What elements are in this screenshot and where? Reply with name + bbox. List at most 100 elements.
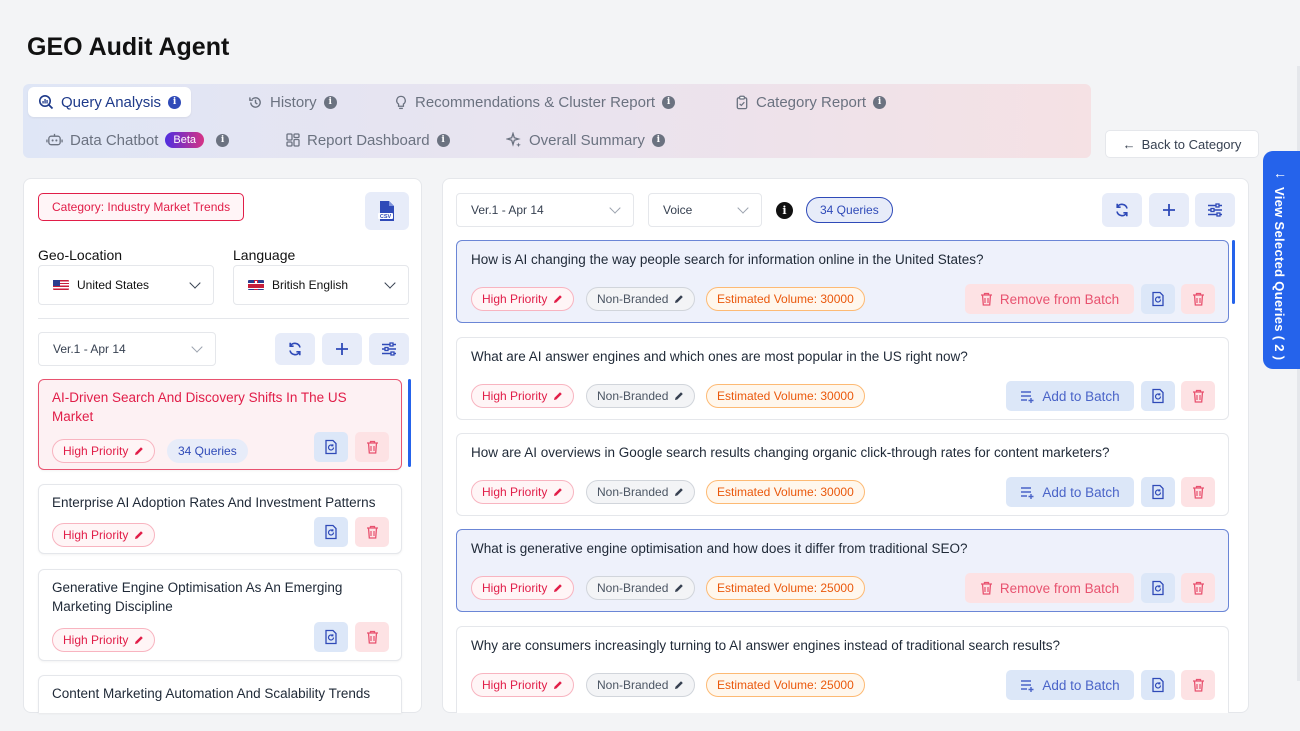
priority-tag[interactable]: High Priority — [471, 673, 575, 697]
query-text: What are AI answer engines and which one… — [471, 349, 968, 364]
add-query-button[interactable] — [1149, 193, 1189, 227]
tab-history[interactable]: History i — [248, 87, 337, 117]
delete-button[interactable] — [1181, 381, 1215, 411]
cluster-card[interactable]: AI-Driven Search And Discovery Shifts In… — [38, 379, 402, 470]
filter-button[interactable] — [369, 333, 409, 365]
tab-recommendations[interactable]: Recommendations & Cluster Report i — [394, 87, 676, 117]
add-to-batch-button[interactable]: Add to Batch — [1006, 381, 1134, 411]
add-to-batch-button[interactable]: Add to Batch — [1006, 477, 1134, 507]
query-card[interactable]: What are AI answer engines and which one… — [456, 337, 1229, 420]
file-refresh-icon — [1152, 580, 1164, 596]
regenerate-button[interactable] — [1141, 381, 1175, 411]
priority-tag[interactable]: High Priority — [471, 480, 575, 504]
delete-button[interactable] — [1181, 670, 1215, 700]
priority-label: High Priority — [482, 678, 548, 692]
delete-button[interactable] — [355, 622, 389, 652]
chevron-down-icon — [609, 202, 621, 214]
info-icon[interactable]: i — [216, 133, 230, 147]
plus-icon — [1163, 204, 1175, 216]
tab-overall-summary[interactable]: Overall Summary i — [506, 125, 665, 155]
cluster-card[interactable]: Enterprise AI Adoption Rates And Investm… — [38, 484, 402, 554]
refresh-button[interactable] — [1102, 193, 1142, 227]
view-selected-queries-tab[interactable]: ← View Selected Queries ( 2 ) — [1263, 151, 1300, 369]
delete-button[interactable] — [355, 517, 389, 547]
regenerate-button[interactable] — [1141, 284, 1175, 314]
priority-tag[interactable]: High Priority — [471, 576, 575, 600]
query-card[interactable]: What is generative engine optimisation a… — [456, 529, 1229, 612]
info-icon[interactable]: i — [776, 202, 793, 219]
branding-tag[interactable]: Non-Branded — [586, 287, 696, 311]
tab-category-report[interactable]: Category Report i — [735, 87, 887, 117]
bot-icon — [46, 133, 63, 146]
clipboard-icon — [736, 95, 748, 109]
version-select[interactable]: Ver.1 - Apr 14 — [456, 193, 634, 227]
back-to-category-button[interactable]: ← Back to Category — [1105, 130, 1259, 158]
branding-tag[interactable]: Non-Branded — [586, 673, 696, 697]
remove-from-batch-button[interactable]: Remove from Batch — [965, 573, 1134, 603]
delete-button[interactable] — [1181, 573, 1215, 603]
csv-export-button[interactable]: CSV — [365, 192, 409, 230]
branding-tag[interactable]: Non-Branded — [586, 480, 696, 504]
language-select[interactable]: British English — [233, 265, 409, 305]
query-text: Why are consumers increasingly turning t… — [471, 638, 1061, 653]
query-card[interactable]: How is AI changing the way people search… — [456, 240, 1229, 323]
branding-tag[interactable]: Non-Branded — [586, 384, 696, 408]
add-to-batch-button[interactable]: Add to Batch — [1006, 670, 1134, 700]
branding-tag[interactable]: Non-Branded — [586, 576, 696, 600]
batch-action-label: Add to Batch — [1042, 677, 1120, 693]
pencil-icon — [675, 584, 684, 592]
delete-button[interactable] — [1181, 477, 1215, 507]
csv-icon-label: CSV — [380, 214, 392, 220]
priority-tag[interactable]: High Priority — [471, 287, 575, 311]
volume-tag: Estimated Volume: 25000 — [706, 673, 865, 697]
tab-query-analysis[interactable]: Query Analysis i — [28, 87, 192, 117]
cluster-card[interactable]: Content Marketing Automation And Scalabi… — [38, 675, 402, 713]
info-icon[interactable]: i — [662, 95, 676, 109]
trash-icon — [1192, 678, 1204, 692]
regenerate-button[interactable] — [314, 622, 348, 652]
priority-tag[interactable]: High Priority — [52, 439, 156, 463]
trash-icon — [980, 581, 992, 595]
regenerate-button[interactable] — [1141, 670, 1175, 700]
pencil-icon — [135, 531, 144, 539]
regenerate-button[interactable] — [1141, 477, 1175, 507]
priority-label: High Priority — [63, 633, 129, 647]
priority-tag[interactable]: High Priority — [52, 523, 156, 547]
delete-button[interactable] — [355, 432, 389, 462]
file-refresh-icon — [325, 629, 337, 645]
cluster-card[interactable]: Generative Engine Optimisation As An Eme… — [38, 569, 402, 661]
filter-button[interactable] — [1195, 193, 1235, 227]
tab-report-dashboard[interactable]: Report Dashboard i — [286, 125, 450, 155]
info-icon[interactable]: i — [873, 95, 887, 109]
gb-flag-icon — [248, 280, 264, 290]
branding-label: Non-Branded — [597, 581, 669, 595]
lightbulb-icon — [396, 95, 406, 109]
query-card[interactable]: How are AI overviews in Google search re… — [456, 433, 1229, 516]
info-icon[interactable]: i — [323, 95, 337, 109]
pencil-icon — [675, 488, 684, 496]
refresh-button[interactable] — [275, 333, 315, 365]
info-icon[interactable]: i — [168, 95, 182, 109]
remove-from-batch-button[interactable]: Remove from Batch — [965, 284, 1134, 314]
regenerate-button[interactable] — [1141, 573, 1175, 603]
priority-tag[interactable]: High Priority — [471, 384, 575, 408]
tab-label: Category Report — [756, 93, 867, 111]
pencil-icon — [675, 681, 684, 689]
scrollbar-thumb[interactable] — [408, 379, 411, 467]
scrollbar-thumb[interactable] — [1232, 240, 1235, 304]
version-select[interactable]: Ver.1 - Apr 14 — [38, 332, 216, 366]
delete-button[interactable] — [1181, 284, 1215, 314]
add-cluster-button[interactable] — [322, 333, 362, 365]
regenerate-button[interactable] — [314, 432, 348, 462]
regenerate-button[interactable] — [314, 517, 348, 547]
arrow-left-icon: ← — [1273, 165, 1287, 181]
priority-tag[interactable]: High Priority — [52, 628, 156, 652]
language-value: British English — [272, 278, 349, 292]
query-card[interactable]: Why are consumers increasingly turning t… — [456, 626, 1229, 713]
query-type-select[interactable]: Voice — [648, 193, 762, 227]
tab-label: Recommendations & Cluster Report — [415, 93, 656, 111]
info-icon[interactable]: i — [651, 133, 665, 147]
geo-location-select[interactable]: United States — [38, 265, 214, 305]
tab-data-chatbot[interactable]: Data Chatbot Beta i — [46, 125, 230, 155]
info-icon[interactable]: i — [436, 133, 450, 147]
